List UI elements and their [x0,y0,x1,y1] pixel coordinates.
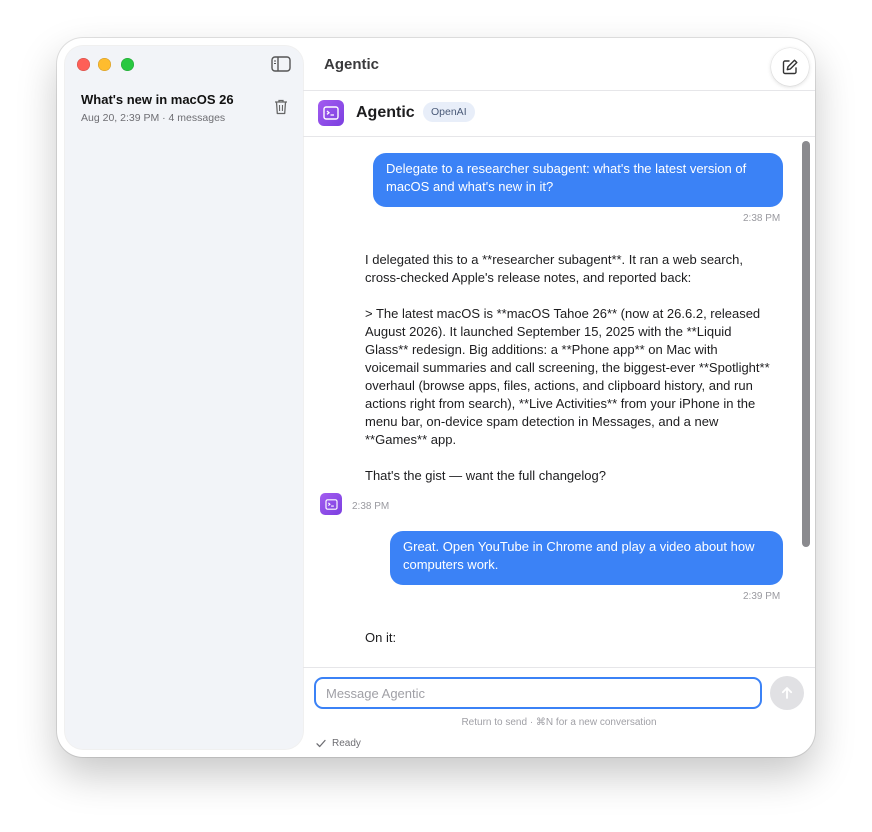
chat-transcript[interactable]: Delegate to a researcher subagent: what'… [303,137,815,667]
scrollbar-thumb[interactable] [802,141,810,547]
assistant-message: On it: [365,630,397,645]
message-timestamp: 2:38 PM [352,501,390,512]
zoom-window-button[interactable] [121,58,134,71]
sidebar: What's new in macOS 26 Aug 20, 2:39 PM ·… [65,46,303,749]
conversation-header: Agentic OpenAI [303,91,815,136]
compose-icon [782,59,798,75]
conversation-meta: Aug 20, 2:39 PM · 4 messages [81,112,226,124]
message-timestamp: 2:38 PM [743,213,781,224]
terminal-icon [323,106,339,120]
chat-scrollbar[interactable] [800,137,813,667]
arrow-up-icon [781,687,793,699]
main-pane: Agentic Agentic OpenAI Delegate to a res… [303,38,815,757]
new-conversation-button[interactable] [771,48,809,86]
assistant-message: I delegated this to a **researcher subag… [365,252,770,483]
conversation-list-item[interactable]: What's new in macOS 26 Aug 20, 2:39 PM ·… [73,90,295,132]
minimize-window-button[interactable] [98,58,111,71]
agent-avatar [318,100,344,126]
user-message-bubble: Great. Open YouTube in Chrome and play a… [390,531,783,585]
status-indicator: Ready [316,738,361,749]
sidebar-toggle-icon[interactable] [271,56,291,72]
user-message-bubble: Delegate to a researcher subagent: what'… [373,153,783,207]
agent-avatar-small [320,493,342,515]
trash-icon[interactable] [273,98,289,116]
composer-hint: Return to send · ⌘N for a new conversati… [461,717,657,728]
status-text: Ready [332,738,361,749]
message-input[interactable] [314,677,762,709]
app-window: What's new in macOS 26 Aug 20, 2:39 PM ·… [57,38,815,757]
close-window-button[interactable] [77,58,90,71]
terminal-icon [324,498,338,510]
conversation-title: What's new in macOS 26 [81,92,234,107]
window-title: Agentic [324,56,380,73]
divider [303,667,815,668]
checkmark-icon [316,739,326,748]
send-button[interactable] [770,676,804,710]
message-timestamp: 2:39 PM [743,591,781,602]
agent-name: Agentic [356,104,415,121]
provider-badge: OpenAI [423,102,475,122]
